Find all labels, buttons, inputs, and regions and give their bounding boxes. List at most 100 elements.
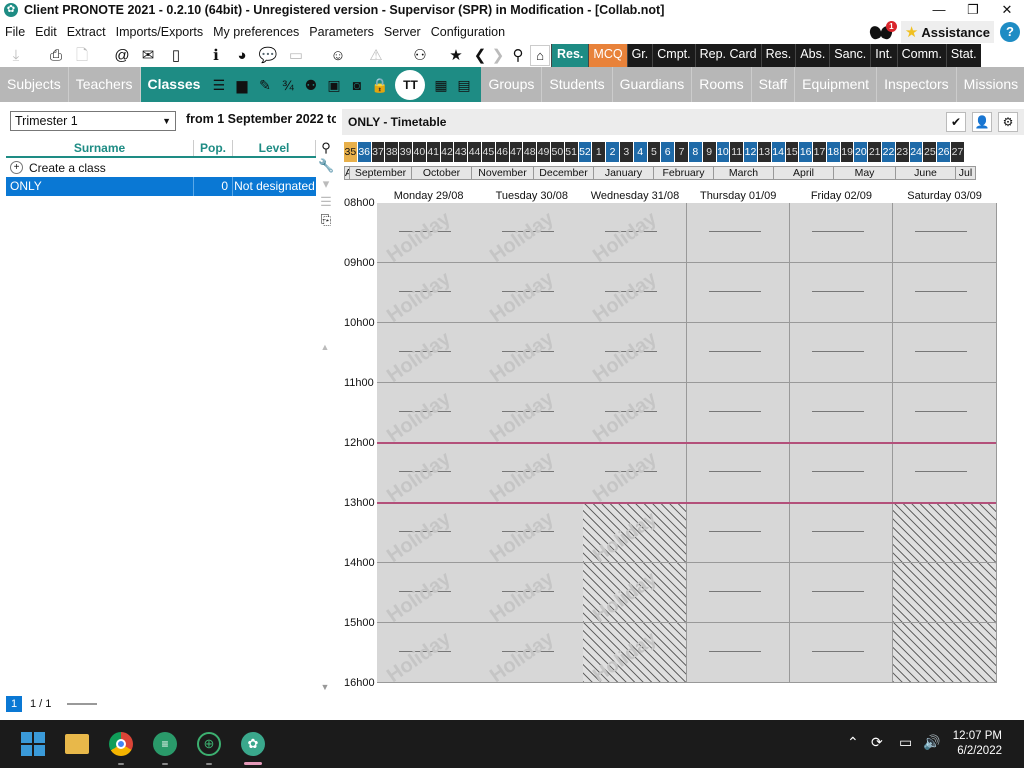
close-button[interactable]: ✕ bbox=[990, 0, 1024, 20]
week-3[interactable]: 3 bbox=[619, 142, 634, 162]
wrench-icon[interactable]: 🔧 bbox=[318, 158, 334, 176]
page-slider[interactable] bbox=[67, 703, 98, 705]
week-49[interactable]: 49 bbox=[537, 142, 551, 162]
fraction-icon[interactable]: ¾ bbox=[276, 75, 299, 95]
timetable-slot[interactable] bbox=[789, 623, 894, 683]
module-missions[interactable]: Missions bbox=[957, 67, 1024, 102]
week-50[interactable]: 50 bbox=[550, 142, 565, 162]
mail-icon[interactable]: ✉ bbox=[138, 46, 158, 65]
file-explorer-icon[interactable] bbox=[65, 734, 89, 754]
timetable-slot[interactable] bbox=[789, 323, 894, 383]
timetable-slot[interactable] bbox=[789, 263, 894, 323]
copy-icon[interactable]: ⎘ bbox=[318, 212, 334, 230]
timetable-slot[interactable]: Holiday bbox=[480, 503, 584, 563]
week-41[interactable]: 41 bbox=[426, 142, 441, 162]
week-20[interactable]: 20 bbox=[854, 142, 869, 162]
week-19[interactable]: 19 bbox=[840, 142, 855, 162]
volume-icon[interactable]: 🔊 bbox=[923, 734, 940, 751]
page-number[interactable]: 1 bbox=[6, 696, 22, 712]
timetable-slot[interactable]: Holiday bbox=[377, 383, 481, 443]
week-18[interactable]: 18 bbox=[826, 142, 841, 162]
week-4[interactable]: 4 bbox=[633, 142, 648, 162]
person-icon[interactable]: 👤 bbox=[972, 112, 992, 132]
timetable-slot[interactable]: Holiday bbox=[480, 203, 584, 263]
timetable-slot[interactable]: Holiday bbox=[583, 323, 688, 383]
search-icon[interactable]: ⚲ bbox=[318, 140, 334, 158]
back-icon[interactable]: ❮ bbox=[470, 46, 490, 65]
start-windows-icon[interactable] bbox=[21, 732, 45, 756]
download-icon[interactable]: ⤓ bbox=[6, 46, 26, 65]
month-october[interactable]: October bbox=[412, 166, 472, 180]
week-1[interactable]: 1 bbox=[592, 142, 607, 162]
timetable-slot[interactable] bbox=[789, 443, 894, 503]
menu-edit[interactable]: Edit bbox=[30, 25, 62, 39]
timetable-slot[interactable]: Holiday bbox=[480, 443, 584, 503]
week-11[interactable]: 11 bbox=[730, 142, 745, 162]
chrome-icon[interactable] bbox=[109, 732, 133, 756]
tab-gr[interactable]: Gr. bbox=[626, 44, 653, 67]
table-icon[interactable]: ▤ bbox=[452, 75, 475, 95]
week-6[interactable]: 6 bbox=[661, 142, 676, 162]
month-may[interactable]: May bbox=[834, 166, 896, 180]
week-16[interactable]: 16 bbox=[799, 142, 814, 162]
module-teachers[interactable]: Teachers bbox=[69, 67, 141, 102]
week-10[interactable]: 10 bbox=[716, 142, 731, 162]
month-january[interactable]: January bbox=[594, 166, 654, 180]
vertical-scrollbar[interactable]: ▲ ▼ bbox=[318, 342, 332, 692]
month-april[interactable]: April bbox=[774, 166, 834, 180]
timetable-slot[interactable]: Holiday bbox=[480, 383, 584, 443]
print-icon[interactable]: ⎙ bbox=[46, 46, 66, 65]
forward-icon[interactable]: ❯ bbox=[488, 46, 508, 65]
week-36[interactable]: 36 bbox=[357, 142, 372, 162]
tab-res-active[interactable]: Res. bbox=[551, 44, 589, 67]
tab-rep-card[interactable]: Rep. Card bbox=[694, 44, 761, 67]
star-icon[interactable]: ★ bbox=[446, 46, 466, 65]
week-52[interactable]: 52 bbox=[578, 142, 593, 162]
week-14[interactable]: 14 bbox=[771, 142, 786, 162]
pie-chart-icon[interactable]: ◕ bbox=[232, 46, 252, 65]
menu-my-preferences[interactable]: My preferences bbox=[208, 25, 304, 39]
week-25[interactable]: 25 bbox=[923, 142, 938, 162]
chat-icon[interactable]: 💬 bbox=[258, 46, 278, 65]
timetable-slot[interactable] bbox=[789, 203, 894, 263]
module-staff[interactable]: Staff bbox=[752, 67, 796, 102]
week-43[interactable]: 43 bbox=[454, 142, 469, 162]
timetable-slot[interactable] bbox=[893, 323, 997, 383]
module-students[interactable]: Students bbox=[542, 67, 613, 102]
timetable-slot[interactable]: Holiday bbox=[583, 563, 688, 623]
timetable-slot[interactable] bbox=[686, 383, 791, 443]
assistance-button[interactable]: ★ Assistance bbox=[900, 21, 994, 43]
timetable-slot[interactable]: Holiday bbox=[583, 203, 688, 263]
week-46[interactable]: 46 bbox=[495, 142, 510, 162]
timetable-slot[interactable]: Holiday bbox=[377, 563, 481, 623]
month-march[interactable]: March bbox=[714, 166, 774, 180]
module-rooms[interactable]: Rooms bbox=[692, 67, 752, 102]
timetable-slot[interactable]: Holiday bbox=[583, 623, 688, 683]
tab-mcq[interactable]: MCQ bbox=[588, 44, 627, 67]
month-june[interactable]: June bbox=[896, 166, 956, 180]
timetable-slot[interactable]: Holiday bbox=[480, 323, 584, 383]
timetable-slot[interactable] bbox=[686, 263, 791, 323]
user-check-icon[interactable]: ☺ bbox=[328, 46, 348, 65]
tab-res[interactable]: Res. bbox=[760, 44, 796, 67]
week-24[interactable]: 24 bbox=[909, 142, 924, 162]
tab-abs[interactable]: Abs. bbox=[795, 44, 830, 67]
lock-icon[interactable]: 🔒 bbox=[368, 75, 391, 95]
timetable-slot[interactable] bbox=[893, 623, 997, 683]
week-44[interactable]: 44 bbox=[468, 142, 482, 162]
timetable-slot[interactable]: Holiday bbox=[377, 503, 481, 563]
week-38[interactable]: 38 bbox=[385, 142, 400, 162]
module-guardians[interactable]: Guardians bbox=[613, 67, 693, 102]
timetable-slot[interactable] bbox=[789, 503, 894, 563]
timetable-slot[interactable] bbox=[789, 383, 894, 443]
week-45[interactable]: 45 bbox=[481, 142, 496, 162]
menu-imports-exports[interactable]: Imports/Exports bbox=[111, 25, 209, 39]
week-35[interactable]: 35 bbox=[344, 142, 358, 162]
tab-cmpt[interactable]: Cmpt. bbox=[652, 44, 695, 67]
week-39[interactable]: 39 bbox=[399, 142, 413, 162]
timetable-slot[interactable]: Holiday bbox=[583, 443, 688, 503]
settings-icon[interactable]: ⚙ bbox=[998, 112, 1018, 132]
calendar-check-icon[interactable]: ✔ bbox=[946, 112, 966, 132]
week-12[interactable]: 12 bbox=[744, 142, 758, 162]
display-icon[interactable]: ▭ bbox=[899, 734, 912, 751]
